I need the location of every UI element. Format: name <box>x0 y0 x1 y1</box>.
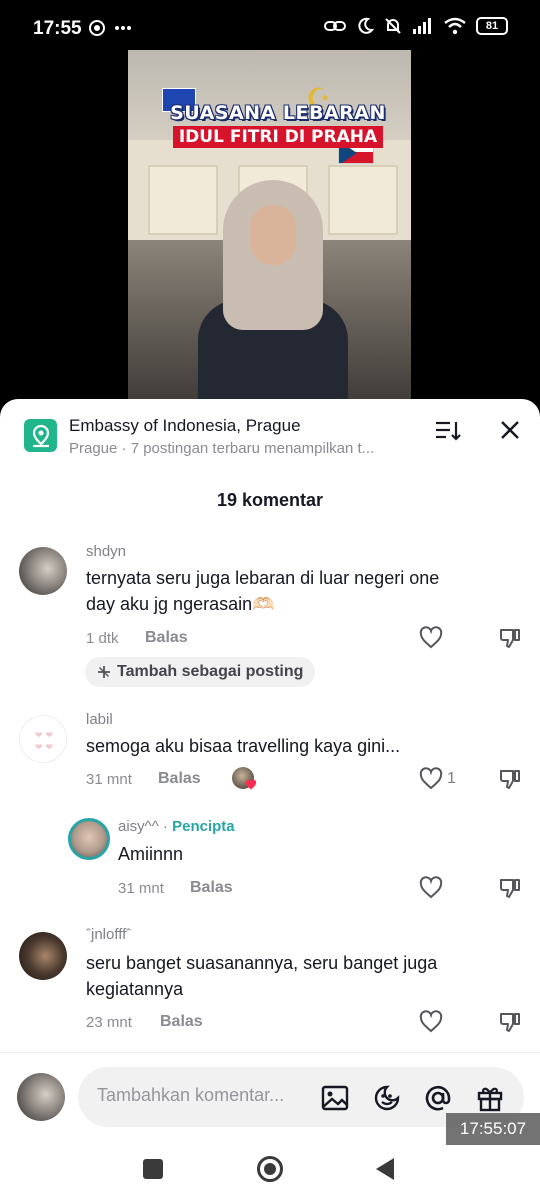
comment-username[interactable]: aisy^^ <box>118 818 159 835</box>
comment-time: 23 mnt <box>86 1014 132 1031</box>
status-right-icons: 81 <box>324 17 508 35</box>
home-button[interactable] <box>257 1156 283 1182</box>
tiktok-notify-icon <box>89 20 105 36</box>
comment-time: 31 mnt <box>118 880 164 897</box>
reply-button[interactable]: Balas <box>158 770 201 788</box>
avatar[interactable] <box>19 932 67 980</box>
video-overlay-title: SUASANA LEBARAN IDUL FITRI DI PRAHA <box>158 102 398 148</box>
moon-icon <box>358 17 374 34</box>
avatar[interactable] <box>68 818 110 860</box>
avatar[interactable]: ❤ ❤ ❤ ❤ <box>19 715 67 763</box>
comment-username-line: aisy^^ · Pencipta <box>118 818 235 835</box>
recent-apps-button[interactable] <box>143 1159 163 1179</box>
dislike-icon[interactable] <box>498 1010 522 1034</box>
close-icon[interactable] <box>498 418 522 442</box>
username-separator: · <box>158 818 173 835</box>
reply-button[interactable]: Balas <box>160 1013 203 1031</box>
comments-sheet: Embassy of Indonesia, Prague Prague · 7 … <box>0 399 540 1200</box>
add-as-post-chip[interactable]: Tambah sebagai posting <box>85 657 316 687</box>
dislike-icon[interactable] <box>498 626 522 650</box>
avatar[interactable] <box>19 547 67 595</box>
wifi-icon <box>444 17 466 35</box>
add-as-post-label: Tambah sebagai posting <box>117 663 304 680</box>
location-subtitle[interactable]: Prague · 7 postingan terbaru menampilkan… <box>69 440 414 457</box>
comment-text-line: day aku jg ngerasain🫶🏻 <box>86 594 275 614</box>
svg-text:❤ ❤: ❤ ❤ <box>35 743 53 753</box>
comment-time: 1 dtk <box>86 630 119 647</box>
comment-username[interactable]: labil <box>86 711 113 728</box>
video-window <box>328 165 398 235</box>
comment-text-line: Amiinnn <box>118 844 184 864</box>
heart-icon[interactable] <box>419 1010 443 1034</box>
more-dots-icon <box>115 26 131 30</box>
comment-text-line: kegiatannya <box>86 979 184 999</box>
status-time: 17:55 <box>33 18 82 39</box>
video-title-line2: IDUL FITRI DI PRAHA <box>172 126 384 148</box>
comment-username[interactable]: ˆjnlofffˆ <box>86 926 131 943</box>
link-icon <box>324 21 346 31</box>
comment-text-line: semoga aku bisaa travelling kaya gini... <box>86 736 401 756</box>
bell-off-icon <box>385 18 401 34</box>
svg-text:❤ ❤: ❤ ❤ <box>35 731 53 741</box>
sort-icon[interactable] <box>434 417 462 445</box>
status-left-icons <box>88 19 132 37</box>
comment-text-line: seru banget suasanannya, seru banget jug… <box>86 953 438 973</box>
video-title-line1: SUASANA LEBARAN <box>170 102 386 124</box>
location-title[interactable]: Embassy of Indonesia, Prague <box>69 416 301 436</box>
emoji-icon[interactable] <box>372 1083 402 1113</box>
gift-icon[interactable] <box>475 1083 505 1113</box>
video-window <box>148 165 218 235</box>
back-button[interactable] <box>376 1158 394 1180</box>
dislike-icon[interactable] <box>498 876 522 900</box>
creator-tag: Pencipta <box>172 818 235 835</box>
heart-icon[interactable] <box>419 626 443 650</box>
battery-icon: 81 <box>476 17 508 35</box>
system-nav-bar <box>0 1145 540 1200</box>
reply-button[interactable]: Balas <box>145 629 188 647</box>
my-avatar[interactable] <box>17 1073 65 1121</box>
location-pin-icon[interactable] <box>24 419 57 452</box>
image-icon[interactable] <box>320 1083 350 1113</box>
heart-icon[interactable] <box>419 876 443 900</box>
mention-icon[interactable] <box>423 1083 453 1113</box>
heart-icon[interactable] <box>419 767 443 791</box>
sheet-header: Embassy of Indonesia, Prague Prague · 7 … <box>0 399 540 471</box>
heart-badge-icon <box>245 779 257 790</box>
like-count: 1 <box>447 770 456 787</box>
comment-input-placeholder: Tambahkan komentar... <box>97 1085 285 1105</box>
comment-text-line: ternyata seru juga lebaran di luar neger… <box>86 568 440 588</box>
dislike-icon[interactable] <box>498 767 522 791</box>
video-person <box>198 180 348 410</box>
video-preview[interactable]: ☪ SUASANA LEBARAN IDUL FITRI DI PRAHA <box>128 50 411 410</box>
comments-count: 19 komentar <box>216 490 324 510</box>
sparkle-icon <box>98 666 110 678</box>
signal-icon <box>413 18 431 34</box>
reply-button[interactable]: Balas <box>190 879 233 897</box>
timestamp-overlay: 17:55:07 <box>446 1113 540 1145</box>
comment-username[interactable]: shdyn <box>86 543 126 560</box>
comment-time: 31 mnt <box>86 771 132 788</box>
